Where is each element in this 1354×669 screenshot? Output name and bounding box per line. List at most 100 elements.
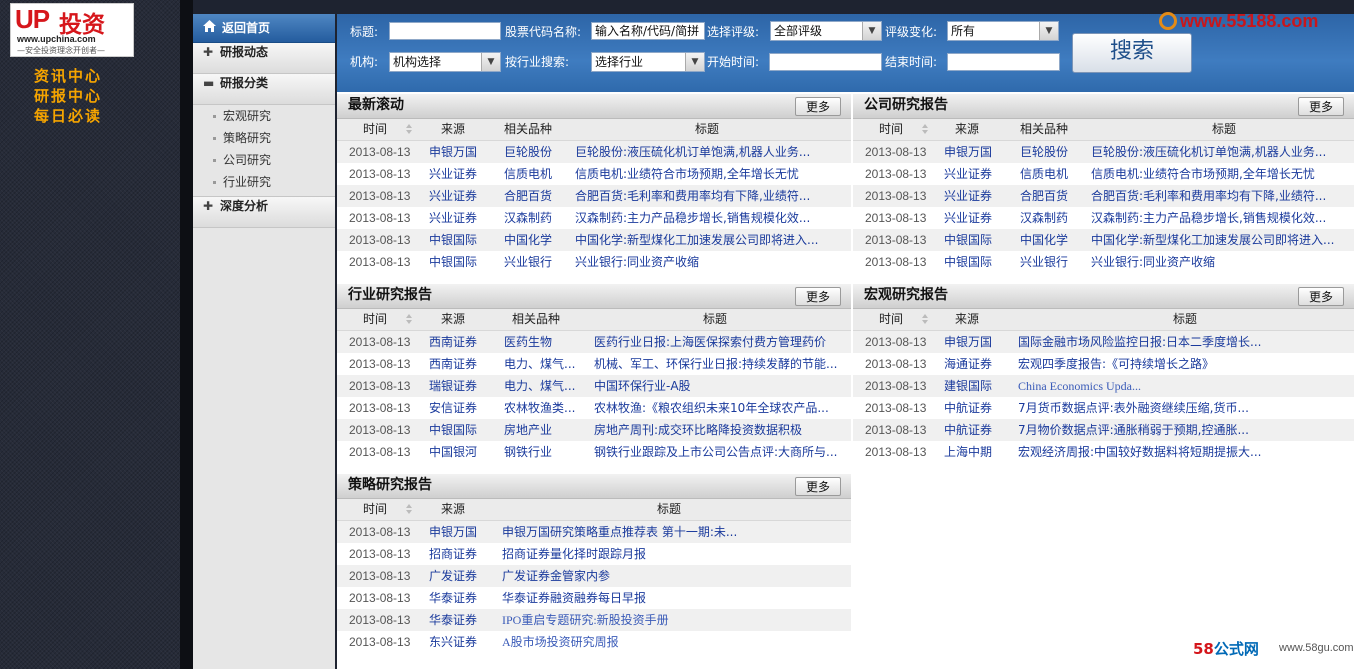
cell-prod[interactable]: 合肥百货 (504, 185, 566, 207)
table-row[interactable]: 2013-08-13 中银国际 中国化学 中国化学:新型煤化工加速发展公司即将进入..… (853, 229, 1354, 251)
cell-prod[interactable]: 中国化学 (504, 229, 566, 251)
more-button[interactable]: 更多 (1298, 287, 1344, 306)
cell-prod[interactable]: 钢铁行业 (504, 441, 579, 463)
cell-title[interactable]: 中国化学:新型煤化工加速发展公司即将进入... (575, 229, 845, 251)
cell-prod[interactable]: 房地产业 (504, 419, 579, 441)
start-time-input[interactable] (769, 53, 882, 71)
cell-src[interactable]: 西南证券 (429, 353, 477, 375)
cell-src[interactable]: 招商证券 (429, 543, 477, 565)
sidebar-subitem-strategy[interactable]: 策略研究 (193, 127, 335, 149)
cell-src[interactable]: 上海中期 (944, 441, 992, 463)
table-row[interactable]: 2013-08-13 华泰证券 华泰证券融资融券每日早报 (337, 587, 851, 609)
title-input[interactable] (389, 22, 501, 40)
cell-title[interactable]: 兴业银行:同业资产收缩 (1091, 251, 1346, 273)
sidebar-item-deep-analysis[interactable]: ✚ 深度分析 (193, 196, 335, 228)
table-row[interactable]: 2013-08-13 兴业证券 汉森制药 汉森制药:主力产品稳步增长,销售规模化效..… (853, 207, 1354, 229)
sort-icon[interactable] (922, 122, 928, 136)
stock-code-input[interactable]: 输入名称/代码/简拼 (591, 22, 705, 40)
cell-prod[interactable]: 兴业银行 (504, 251, 566, 273)
cell-title[interactable]: 农林牧渔:《粮农组织未来10年全球农产品... (594, 397, 844, 419)
left-link-research[interactable]: 研报中心 (34, 86, 102, 106)
rating-change-select[interactable]: 所有 ▼ (947, 21, 1059, 41)
cell-title[interactable]: 招商证券量化择时跟踪月报 (502, 543, 832, 565)
cell-prod[interactable]: 兴业银行 (1020, 251, 1082, 273)
table-row[interactable]: 2013-08-13 中银国际 中国化学 中国化学:新型煤化工加速发展公司即将进入..… (337, 229, 851, 251)
cell-prod[interactable]: 电力、煤气... (504, 375, 579, 397)
cell-title[interactable]: 钢铁行业跟踪及上市公司公告点评:大商所与... (594, 441, 844, 463)
cell-title[interactable]: 机械、军工、环保行业日报:持续发酵的节能... (594, 353, 844, 375)
table-row[interactable]: 2013-08-13 中航证券 7月物价数据点评:通胀稍弱于预期,控通胀... (853, 419, 1354, 441)
cell-src[interactable]: 兴业证券 (944, 185, 992, 207)
table-row[interactable]: 2013-08-13 东兴证券 A股市场投资研究周报 (337, 631, 851, 653)
table-row[interactable]: 2013-08-13 海通证券 宏观四季度报告:《可持续增长之路》 (853, 353, 1354, 375)
sidebar-home-button[interactable]: 返回首页 (193, 14, 335, 43)
cell-title[interactable]: 巨轮股份:液压硫化机订单饱满,机器人业务... (575, 141, 845, 163)
sort-icon[interactable] (922, 312, 928, 326)
cell-src[interactable]: 申银万国 (944, 141, 992, 163)
cell-src[interactable]: 申银万国 (429, 141, 477, 163)
table-row[interactable]: 2013-08-13 瑞银证券 电力、煤气... 中国环保行业-A股 (337, 375, 851, 397)
table-row[interactable]: 2013-08-13 安信证券 农林牧渔类... 农林牧渔:《粮农组织未来10年全球农… (337, 397, 851, 419)
cell-src[interactable]: 兴业证券 (429, 185, 477, 207)
table-row[interactable]: 2013-08-13 中银国际 房地产业 房地产周刊:成交环比略降投资数据积极 (337, 419, 851, 441)
sort-icon[interactable] (406, 502, 412, 516)
cell-src[interactable]: 中银国际 (429, 229, 477, 251)
table-row[interactable]: 2013-08-13 申银万国 国际金融市场风险监控日报:日本二季度增长... (853, 331, 1354, 353)
sort-icon[interactable] (406, 122, 412, 136)
table-row[interactable]: 2013-08-13 西南证券 电力、煤气... 机械、军工、环保行业日报:持续发酵的… (337, 353, 851, 375)
cell-src[interactable]: 中航证券 (944, 419, 992, 441)
cell-title[interactable]: 国际金融市场风险监控日报:日本二季度增长... (1018, 331, 1338, 353)
sidebar-subitem-industry[interactable]: 行业研究 (193, 171, 335, 193)
cell-title[interactable]: 巨轮股份:液压硫化机订单饱满,机器人业务... (1091, 141, 1346, 163)
cell-src[interactable]: 兴业证券 (429, 207, 477, 229)
cell-title[interactable]: 信质电机:业绩符合市场预期,全年增长无忧 (1091, 163, 1346, 185)
cell-title[interactable]: 合肥百货:毛利率和费用率均有下降,业绩符... (575, 185, 845, 207)
sidebar-item-research-categories[interactable]: ▬ 研报分类 (193, 74, 335, 105)
table-row[interactable]: 2013-08-13 华泰证券 IPO重启专题研究:新股投资手册 (337, 609, 851, 631)
cell-src[interactable]: 中银国际 (429, 251, 477, 273)
cell-title[interactable]: China Economics Upda... (1018, 375, 1338, 397)
cell-title[interactable]: 宏观经济周报:中国较好数据料将短期提振大... (1018, 441, 1338, 463)
cell-src[interactable]: 中国银河 (429, 441, 477, 463)
cell-src[interactable]: 广发证券 (429, 565, 477, 587)
cell-src[interactable]: 华泰证券 (429, 609, 477, 631)
cell-prod[interactable]: 合肥百货 (1020, 185, 1082, 207)
table-row[interactable]: 2013-08-13 兴业证券 信质电机 信质电机:业绩符合市场预期,全年增长无忧 (853, 163, 1354, 185)
rating-select[interactable]: 全部评级 ▼ (770, 21, 882, 41)
more-button[interactable]: 更多 (1298, 97, 1344, 116)
upchina-logo[interactable]: UP 投资 www.upchina.com —安全投资理念开创者— (10, 3, 134, 57)
table-row[interactable]: 2013-08-13 兴业证券 合肥百货 合肥百货:毛利率和费用率均有下降,业绩符..… (853, 185, 1354, 207)
cell-title[interactable]: 7月货币数据点评:表外融资继续压缩,货币... (1018, 397, 1338, 419)
more-button[interactable]: 更多 (795, 97, 841, 116)
cell-title[interactable]: 中国环保行业-A股 (594, 375, 844, 397)
cell-src[interactable]: 建银国际 (944, 375, 992, 397)
left-link-daily[interactable]: 每日必读 (34, 106, 102, 126)
table-row[interactable]: 2013-08-13 中国银河 钢铁行业 钢铁行业跟踪及上市公司公告点评:大商所与..… (337, 441, 851, 463)
cell-title[interactable]: IPO重启专题研究:新股投资手册 (502, 609, 832, 631)
cell-title[interactable]: 汉森制药:主力产品稳步增长,销售规模化效... (1091, 207, 1346, 229)
sidebar-item-research-news[interactable]: ✚ 研报动态 (193, 43, 335, 74)
more-button[interactable]: 更多 (795, 477, 841, 496)
cell-title[interactable]: 医药行业日报:上海医保探索付费方管理药价 (594, 331, 844, 353)
cell-title[interactable]: 房地产周刊:成交环比略降投资数据积极 (594, 419, 844, 441)
cell-src[interactable]: 东兴证券 (429, 631, 477, 653)
cell-title[interactable]: 中国化学:新型煤化工加速发展公司即将进入... (1091, 229, 1346, 251)
cell-title[interactable]: A股市场投资研究周报 (502, 631, 832, 653)
cell-src[interactable]: 申银万国 (429, 521, 477, 543)
cell-title[interactable]: 信质电机:业绩符合市场预期,全年增长无忧 (575, 163, 845, 185)
cell-title[interactable]: 宏观四季度报告:《可持续增长之路》 (1018, 353, 1338, 375)
more-button[interactable]: 更多 (795, 287, 841, 306)
table-row[interactable]: 2013-08-13 兴业证券 信质电机 信质电机:业绩符合市场预期,全年增长无忧 (337, 163, 851, 185)
cell-src[interactable]: 兴业证券 (429, 163, 477, 185)
cell-title[interactable]: 广发证券金管家内参 (502, 565, 832, 587)
cell-src[interactable]: 中银国际 (944, 251, 992, 273)
table-row[interactable]: 2013-08-13 上海中期 宏观经济周报:中国较好数据料将短期提振大... (853, 441, 1354, 463)
left-link-news[interactable]: 资讯中心 (34, 66, 102, 86)
table-row[interactable]: 2013-08-13 兴业证券 汉森制药 汉森制药:主力产品稳步增长,销售规模化效..… (337, 207, 851, 229)
cell-src[interactable]: 中航证券 (944, 397, 992, 419)
table-row[interactable]: 2013-08-13 招商证券 招商证券量化择时跟踪月报 (337, 543, 851, 565)
cell-src[interactable]: 申银万国 (944, 331, 992, 353)
table-row[interactable]: 2013-08-13 中银国际 兴业银行 兴业银行:同业资产收缩 (853, 251, 1354, 273)
cell-prod[interactable]: 农林牧渔类... (504, 397, 579, 419)
table-row[interactable]: 2013-08-13 兴业证券 合肥百货 合肥百货:毛利率和费用率均有下降,业绩符..… (337, 185, 851, 207)
